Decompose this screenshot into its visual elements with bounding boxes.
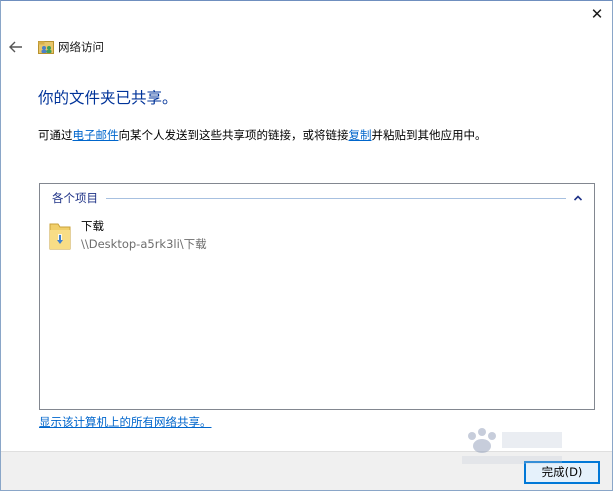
group-header[interactable]: 各个项目 bbox=[52, 189, 590, 207]
folder-download-icon bbox=[49, 223, 71, 250]
list-item[interactable]: 下载 \\Desktop-a5rk3li\下载 bbox=[48, 217, 348, 257]
chevron-up-icon bbox=[574, 195, 582, 201]
dialog-title: 网络访问 bbox=[58, 40, 104, 54]
copy-link[interactable]: 复制 bbox=[349, 128, 372, 142]
shared-items-list[interactable]: 各个项目 下载 \\Desktop-a5rk3li\下载 bbox=[39, 183, 595, 410]
desc-text-1: 可通过 bbox=[38, 128, 73, 142]
share-description: 可通过电子邮件向某个人发送到这些共享项的链接，或将链接复制并粘贴到其他应用中。 bbox=[38, 126, 487, 144]
page-heading: 你的文件夹已共享。 bbox=[38, 89, 178, 107]
close-button[interactable]: ✕ bbox=[584, 3, 610, 25]
dialog-header: 网络访问 bbox=[1, 35, 612, 59]
back-button[interactable] bbox=[7, 35, 25, 59]
network-share-icon bbox=[38, 41, 54, 54]
dialog-footer: 完成(D) bbox=[1, 451, 612, 490]
desc-text-3: 并粘贴到其他应用中。 bbox=[371, 128, 487, 142]
back-arrow-icon bbox=[9, 41, 22, 53]
share-dialog-window: ✕ 网络访问 你的文件夹已共享。 可通过电子邮件向某个人发送到这些共享项的链接，… bbox=[0, 0, 613, 491]
collapse-group-button[interactable] bbox=[572, 192, 584, 204]
item-name: 下载 bbox=[81, 219, 104, 233]
email-link[interactable]: 电子邮件 bbox=[73, 128, 119, 142]
group-label: 各个项目 bbox=[52, 189, 102, 207]
close-icon: ✕ bbox=[590, 5, 604, 23]
item-path: \\Desktop-a5rk3li\下载 bbox=[81, 237, 207, 251]
finish-button[interactable]: 完成(D) bbox=[524, 461, 600, 484]
group-divider bbox=[106, 198, 566, 199]
show-all-shares-link[interactable]: 显示该计算机上的所有网络共享。 bbox=[39, 414, 212, 430]
desc-text-2: 向某个人发送到这些共享项的链接，或将链接 bbox=[118, 128, 349, 142]
